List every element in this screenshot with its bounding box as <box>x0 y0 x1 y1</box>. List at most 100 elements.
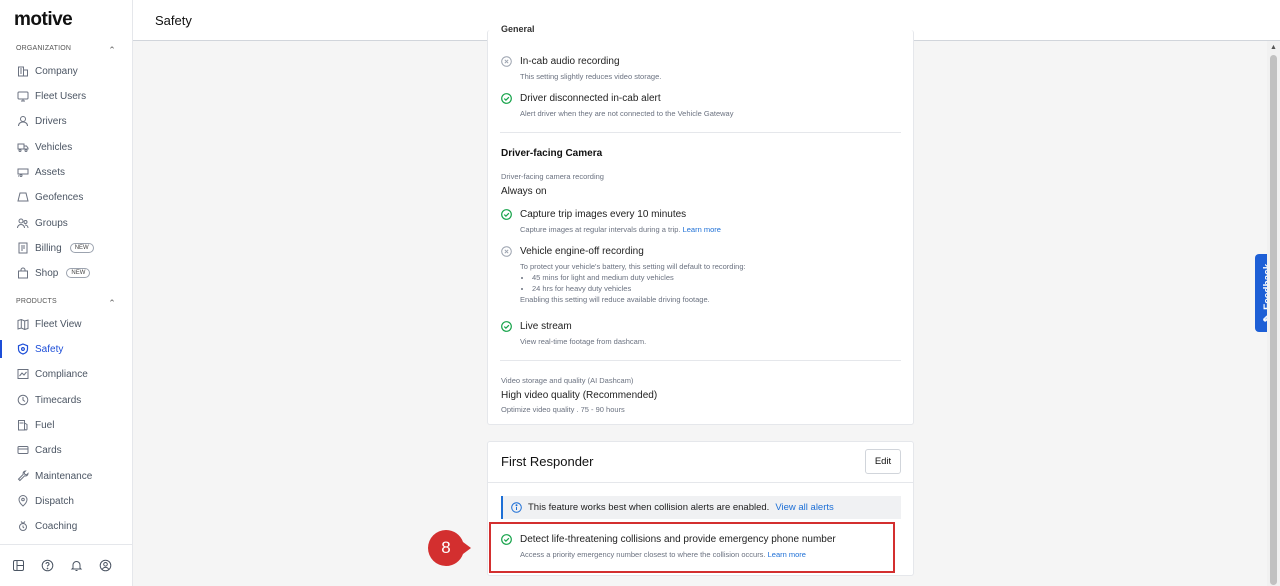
setting-description: To protect your vehicle's battery, this … <box>520 261 901 305</box>
video-quality-label: Video storage and quality (AI Dashcam) <box>501 376 634 385</box>
map-icon <box>17 318 29 330</box>
shield-icon <box>17 343 29 355</box>
organization-section-header[interactable]: ORGANIZATION ⌃ <box>16 45 116 56</box>
sidebar-item-label: Drivers <box>35 115 67 127</box>
annotation-highlight-box <box>489 522 895 573</box>
driver-facing-camera-title: Driver-facing Camera <box>501 148 603 159</box>
view-all-alerts-link[interactable]: View all alerts <box>775 502 833 513</box>
setting-live-stream: Live stream View real-time footage from … <box>501 321 901 347</box>
learn-more-link[interactable]: Learn more <box>683 225 721 234</box>
setting-title: Live stream <box>520 321 572 332</box>
organization-heading: ORGANIZATION <box>16 45 72 52</box>
sidebar-item-billing[interactable]: Billing NEW <box>0 237 132 259</box>
sidebar-item-timecards[interactable]: Timecards <box>0 389 132 411</box>
bell-icon[interactable] <box>70 559 83 572</box>
account-icon[interactable] <box>99 559 112 572</box>
setting-description: Capture images at regular intervals duri… <box>520 224 901 235</box>
description-text: To protect your vehicle's battery, this … <box>520 262 746 271</box>
check-circle-icon <box>501 209 512 220</box>
sidebar-item-geofences[interactable]: Geofences <box>0 186 132 208</box>
video-quality-description: Optimize video quality . 75 - 90 hours <box>501 405 625 414</box>
sidebar: motive ORGANIZATION ⌃ Company Fleet User… <box>0 0 133 586</box>
sidebar-item-maintenance[interactable]: Maintenance <box>0 465 132 487</box>
setting-description: This setting slightly reduces video stor… <box>520 72 662 81</box>
bullet-list: 45 mins for light and medium duty vehicl… <box>532 272 901 294</box>
sidebar-item-label: Timecards <box>35 394 82 406</box>
sidebar-item-groups[interactable]: Groups <box>0 212 132 234</box>
description-text: Capture images at regular intervals duri… <box>520 225 681 234</box>
help-icon[interactable] <box>41 559 54 572</box>
setting-description: View real-time footage from dashcam. <box>520 337 647 346</box>
sidebar-item-coaching[interactable]: Coaching <box>0 515 132 537</box>
info-banner: This feature works best when collision a… <box>501 496 901 519</box>
truck-icon <box>17 141 29 153</box>
video-quality-value: High video quality (Recommended) <box>501 390 658 401</box>
description-note: Enabling this setting will reduce availa… <box>520 295 710 304</box>
sidebar-item-company[interactable]: Company <box>0 60 132 82</box>
sidebar-item-vehicles[interactable]: Vehicles <box>0 136 132 158</box>
page-scrollbar[interactable]: ▲ <box>1267 41 1280 586</box>
new-badge: NEW <box>66 268 91 278</box>
info-icon <box>511 502 522 513</box>
card-header-divider <box>488 482 913 483</box>
section-divider <box>500 132 901 133</box>
check-circle-icon <box>501 93 512 104</box>
setting-title: Capture trip images every 10 minutes <box>520 209 687 220</box>
scroll-thumb[interactable] <box>1270 55 1277 585</box>
sidebar-item-safety[interactable]: Safety <box>0 338 132 360</box>
setting-in-cab-audio: In-cab audio recording This setting slig… <box>501 56 901 82</box>
sidebar-item-label: Cards <box>35 444 62 456</box>
section-divider <box>500 360 901 361</box>
products-section-header[interactable]: PRODUCTS ⌃ <box>16 298 116 309</box>
sidebar-item-label: Shop <box>35 267 59 279</box>
recording-value: Always on <box>501 186 547 197</box>
disabled-circle-icon <box>501 246 512 257</box>
sidebar-footer <box>0 544 132 586</box>
sidebar-item-fleet-users[interactable]: Fleet Users <box>0 85 132 107</box>
pin-icon <box>17 495 29 507</box>
card-icon <box>17 444 29 456</box>
coaching-icon <box>17 520 29 532</box>
step-number: 8 <box>441 538 451 557</box>
sidebar-item-label: Dispatch <box>35 495 74 507</box>
scroll-up-arrow-icon[interactable]: ▲ <box>1270 44 1277 51</box>
sidebar-item-label: Billing <box>35 242 62 254</box>
sidebar-item-fleet-view[interactable]: Fleet View <box>0 313 132 335</box>
sidebar-item-label: Safety <box>35 343 64 355</box>
setting-driver-disconnected-alert: Driver disconnected in-cab alert Alert d… <box>501 93 901 119</box>
sidebar-item-compliance[interactable]: Compliance <box>0 363 132 385</box>
chevron-up-icon[interactable]: ⌃ <box>108 298 116 309</box>
sidebar-item-label: Vehicles <box>35 141 73 153</box>
banner-text: This feature works best when collision a… <box>528 502 770 513</box>
sidebar-item-fuel[interactable]: Fuel <box>0 414 132 436</box>
sidebar-item-label: Company <box>35 65 78 77</box>
setting-title: In-cab audio recording <box>520 56 620 67</box>
general-section-title: General <box>501 25 535 34</box>
fuel-icon <box>17 419 29 431</box>
sidebar-item-drivers[interactable]: Drivers <box>0 110 132 132</box>
sidebar-item-shop[interactable]: Shop NEW <box>0 262 132 284</box>
sidebar-item-label: Coaching <box>35 520 78 532</box>
user-icon <box>17 115 29 127</box>
sidebar-item-dispatch[interactable]: Dispatch <box>0 490 132 512</box>
edit-button[interactable]: Edit <box>865 449 901 474</box>
sidebar-item-label: Compliance <box>35 368 88 380</box>
first-responder-title: First Responder <box>501 454 594 469</box>
page-title: Safety <box>155 13 192 28</box>
recording-label: Driver-facing camera recording <box>501 172 604 181</box>
sidebar-item-label: Fleet View <box>35 318 82 330</box>
sidebar-item-assets[interactable]: Assets <box>0 161 132 183</box>
chevron-up-icon[interactable]: ⌃ <box>108 45 116 56</box>
setting-description: Alert driver when they are not connected… <box>520 109 734 118</box>
sidebar-item-label: Fuel <box>35 419 55 431</box>
setting-capture-trip-images: Capture trip images every 10 minutes Cap… <box>501 209 901 235</box>
disabled-circle-icon <box>501 56 512 67</box>
sidebar-item-label: Maintenance <box>35 470 93 482</box>
setting-title: Vehicle engine-off recording <box>520 246 644 257</box>
group-icon <box>17 217 29 229</box>
motive-logo[interactable]: motive <box>14 9 73 31</box>
check-circle-icon <box>501 321 512 332</box>
sidebar-item-cards[interactable]: Cards <box>0 439 132 461</box>
apps-icon[interactable] <box>12 559 25 572</box>
sidebar-item-label: Groups <box>35 217 68 229</box>
